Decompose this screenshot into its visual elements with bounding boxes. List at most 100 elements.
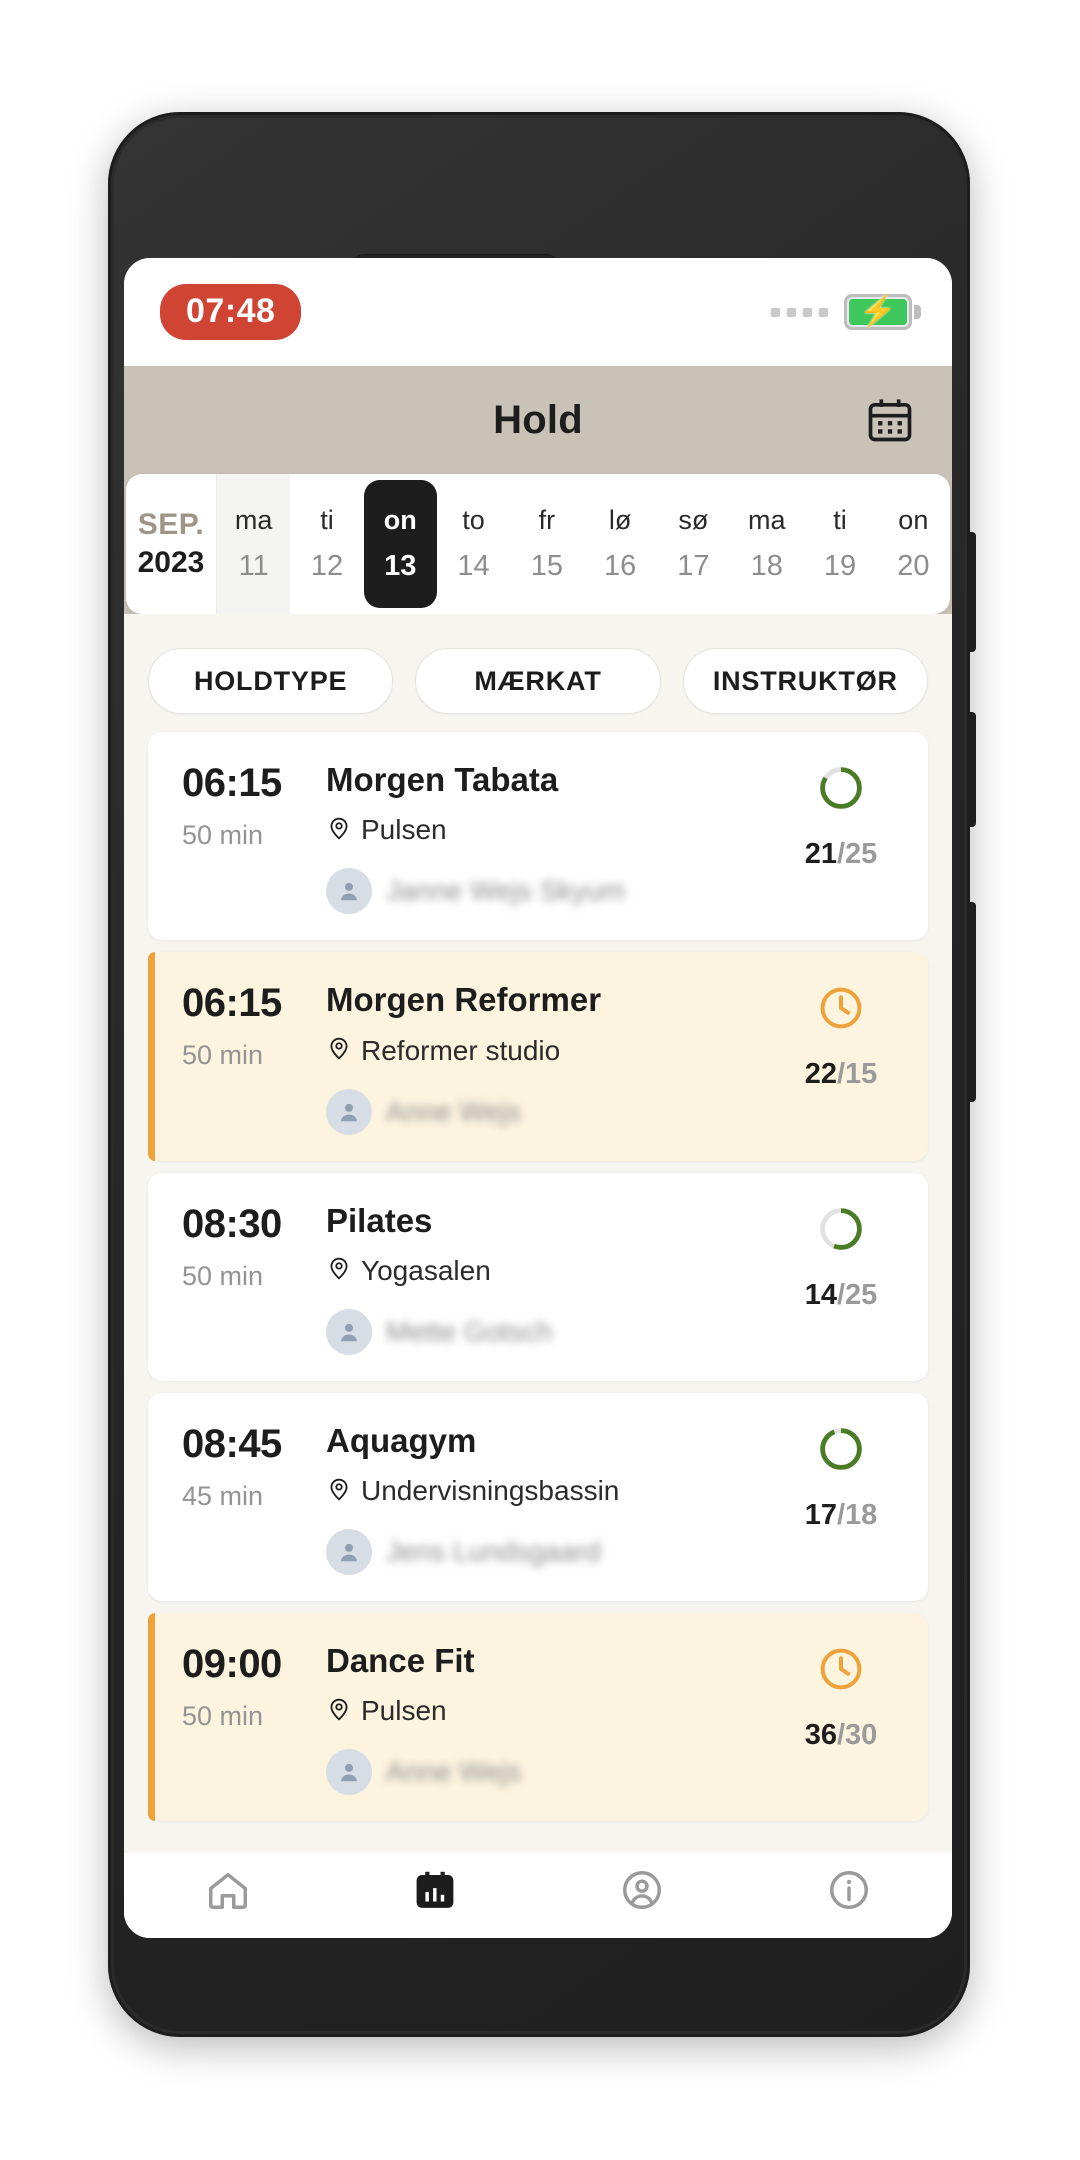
filter-chip-mærkat[interactable]: MÆRKAT — [415, 648, 661, 714]
date-cell-weekday: sø — [678, 505, 709, 535]
power-button[interactable] — [968, 902, 976, 1102]
nav-item-profile[interactable] — [538, 1867, 745, 1913]
class-location: Pulsen — [326, 814, 786, 846]
class-capacity: 36/30 — [805, 1719, 878, 1752]
class-name: Morgen Tabata — [326, 761, 559, 798]
class-capacity-total: /30 — [836, 1719, 878, 1752]
date-cell-18[interactable]: ma 18 — [730, 474, 803, 614]
class-card[interactable]: 08:30 50 min Pilates Yogasalen Mette Gotsch 1… — [148, 1172, 928, 1381]
status-clock: 07:48 — [160, 284, 302, 340]
date-cell-weekday: ma — [234, 505, 273, 535]
class-time-column: 08:45 45 min — [182, 1423, 322, 1512]
class-booked-count: 17 — [804, 1498, 837, 1531]
location-pin-icon — [326, 1035, 352, 1066]
class-capacity-total: /25 — [836, 838, 878, 870]
date-cell-daynumber: 20 — [897, 550, 930, 582]
class-info-column: Morgen Reformer Reformer studio Anne Wejs — [322, 981, 786, 1135]
date-cell-19[interactable]: ti 19 — [803, 474, 876, 614]
date-cell-weekday: fr — [538, 505, 556, 535]
location-pin-icon — [326, 1696, 352, 1727]
filter-chip-holdtype[interactable]: HOLDTYPE — [148, 648, 394, 714]
nav-item-info[interactable] — [745, 1867, 952, 1913]
class-list: 06:15 50 min Morgen Tabata Pulsen Janne Wejs… — [124, 732, 952, 1822]
date-cell-daynumber: 14 — [457, 550, 490, 582]
class-card[interactable]: 08:45 45 min Aquagym Undervisningsbassin Jen… — [148, 1392, 928, 1602]
class-time-column: 06:15 50 min — [182, 982, 322, 1071]
class-start-time: 06:15 — [182, 761, 282, 805]
class-card[interactable]: 06:15 50 min Morgen Tabata Pulsen Janne Wejs… — [148, 732, 928, 941]
class-location-label: Pulsen — [361, 1695, 447, 1727]
phone-screen: 07:48 ⚡ Hold SEP. 2023 ma 11 ti 12 on 13… — [124, 258, 952, 1938]
class-name: Pilates — [326, 1201, 433, 1239]
ring-progress-icon — [817, 1205, 865, 1253]
filter-chip-instruktør[interactable]: INSTRUKTØR — [682, 648, 928, 714]
location-pin-icon — [326, 1476, 352, 1507]
date-cell-12[interactable]: ti 12 — [290, 474, 363, 614]
class-time-column: 08:30 50 min — [182, 1203, 322, 1292]
date-cell-20[interactable]: on 20 — [877, 474, 950, 614]
class-booked-count: 22 — [804, 1058, 837, 1091]
class-capacity-total: /25 — [836, 1278, 878, 1311]
class-instructor: Anne Wejs — [326, 1749, 786, 1796]
date-cell-daynumber: 17 — [677, 550, 710, 582]
volume-up-button[interactable] — [968, 532, 976, 652]
class-name: Morgen Reformer — [326, 981, 602, 1019]
date-cell-weekday: on — [383, 505, 417, 535]
calendar-icon[interactable] — [864, 394, 916, 446]
avatar — [326, 1749, 372, 1796]
date-cell-13[interactable]: on 13 — [363, 480, 437, 608]
date-cell-daynumber: 11 — [238, 550, 269, 582]
app-header: Hold — [124, 366, 952, 474]
date-cell-17[interactable]: sø 17 — [657, 474, 730, 614]
volume-down-button[interactable] — [968, 712, 976, 827]
class-start-time: 06:15 — [182, 981, 282, 1026]
date-cell-weekday: ma — [747, 505, 786, 535]
class-booked-count: 21 — [804, 838, 837, 870]
class-capacity-column: 17/18 — [786, 1423, 896, 1532]
class-duration: 50 min — [182, 1701, 264, 1732]
location-pin-icon — [326, 1255, 352, 1286]
class-duration: 50 min — [182, 1040, 264, 1071]
class-instructor-name: Anne Wejs — [386, 1756, 521, 1788]
class-card[interactable]: 09:00 50 min Dance Fit Pulsen Anne Wejs 36/30 — [148, 1613, 928, 1822]
date-cell-weekday: ti — [833, 505, 847, 535]
class-instructor-name: Jens Lundsgaard — [386, 1536, 601, 1568]
nav-item-home[interactable] — [124, 1867, 331, 1913]
date-strip-days: ma 11 ti 12 on 13 to 14 fr 15 lø 16 sø 17 ma 18 ti 19 on 20 — [217, 474, 950, 614]
class-location: Pulsen — [326, 1695, 786, 1727]
date-strip[interactable]: SEP. 2023 ma 11 ti 12 on 13 to 14 fr 15 lø 16 sø 17 ma… — [126, 474, 950, 614]
date-cell-11[interactable]: ma 11 — [217, 474, 291, 614]
class-card[interactable]: 06:15 50 min Morgen Reformer Reformer studi… — [148, 952, 928, 1161]
class-info-column: Morgen Tabata Pulsen Janne Wejs Skyum — [322, 761, 786, 915]
class-location: Reformer studio — [326, 1035, 786, 1067]
page-title: Hold — [493, 397, 583, 442]
clock-icon — [817, 1645, 865, 1693]
date-cell-16[interactable]: lø 16 — [583, 474, 656, 614]
class-time-column: 06:15 50 min — [182, 762, 322, 851]
class-capacity-column: 36/30 — [786, 1643, 896, 1752]
class-capacity-column: 22/15 — [786, 982, 896, 1091]
class-capacity-column: 21/25 — [786, 762, 896, 871]
class-location: Undervisningsbassin — [326, 1475, 786, 1507]
date-cell-14[interactable]: to 14 — [437, 474, 510, 614]
class-capacity-total: /15 — [836, 1058, 878, 1091]
class-duration: 45 min — [182, 1480, 264, 1511]
ring-progress-icon — [817, 764, 865, 812]
month-label: SEP. — [137, 508, 205, 541]
class-instructor: Jens Lundsgaard — [326, 1529, 786, 1576]
class-location: Yogasalen — [326, 1255, 786, 1287]
class-instructor: Mette Gotsch — [326, 1308, 786, 1355]
status-indicators: ⚡ — [771, 294, 921, 330]
nav-item-calendar[interactable] — [331, 1867, 538, 1913]
class-instructor: Janne Wejs Skyum — [326, 868, 786, 915]
class-name: Dance Fit — [326, 1642, 475, 1680]
date-cell-daynumber: 19 — [823, 550, 857, 582]
class-instructor-name: Mette Gotsch — [386, 1315, 553, 1347]
class-instructor-name: Anne Wejs — [386, 1095, 521, 1127]
date-cell-weekday: to — [462, 505, 485, 535]
battery-charging-icon: ⚡ — [844, 294, 921, 330]
class-booked-count: 36 — [804, 1719, 837, 1752]
status-bar: 07:48 ⚡ — [124, 258, 952, 366]
date-cell-15[interactable]: fr 15 — [510, 474, 583, 614]
avatar — [326, 868, 372, 915]
